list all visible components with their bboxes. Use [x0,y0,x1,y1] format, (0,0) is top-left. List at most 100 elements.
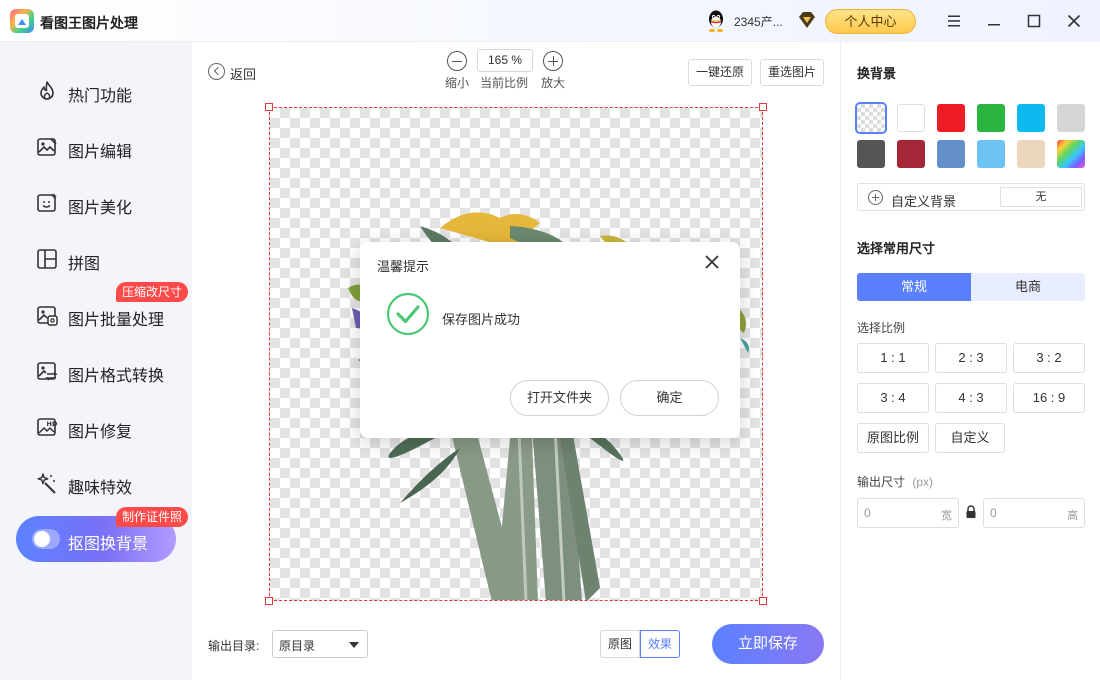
close-window-icon[interactable] [1064,11,1084,31]
sidebar-item-label: 抠图换背景 [68,536,149,553]
menu-icon[interactable] [944,11,964,31]
color-swatch-white[interactable] [897,104,925,132]
crop-handle-top-right[interactable] [759,103,767,111]
minus-icon [452,60,462,62]
magic-wand-icon [37,473,56,494]
tab-regular[interactable]: 常规 [857,273,971,301]
format-convert-icon [37,362,58,381]
sidebar-item-hot-features[interactable]: 热门功能 [16,68,176,114]
ratio-3-2-button[interactable]: 3 : 2 [1013,343,1085,373]
compress-resize-badge: 压缩改尺寸 [116,282,189,302]
qq-avatar-icon[interactable] [705,9,727,33]
personal-center-button[interactable]: 个人中心 [825,9,916,34]
output-dir-value: 原目录 [279,639,316,653]
dialog-title: 温馨提示 [377,259,430,274]
back-arrow-icon [208,63,225,80]
view-effect-button[interactable]: 效果 [640,630,680,658]
save-success-dialog: 温馨提示 保存图片成功 打开文件夹 确定 [360,242,740,438]
sidebar-item-label: 图片批量处理 [68,312,165,329]
svg-text:HD: HD [47,420,58,428]
sidebar-item-label: 趣味特效 [68,480,133,497]
sidebar-item-image-edit[interactable]: 图片编辑 [16,124,176,170]
color-swatch-dark-gray[interactable] [857,140,885,168]
sidebar-item-format-convert[interactable]: 图片格式转换 [16,348,176,394]
zoom-value[interactable]: 165 % [477,49,533,72]
color-swatch-steel-blue[interactable] [937,140,965,168]
reset-button[interactable]: 一键还原 [688,59,752,86]
app-logo-icon [10,9,34,33]
caret-down-icon [349,642,359,648]
zoom-out-caption: 缩小 [445,76,470,90]
custom-background-row: 自定义背景 无 [857,183,1085,211]
open-folder-button[interactable]: 打开文件夹 [510,380,609,416]
sidebar-item-label: 图片编辑 [68,144,133,161]
ratio-label: 选择比例 [857,321,906,335]
id-photo-badge: 制作证件照 [116,507,189,527]
zoom-in-button[interactable] [543,51,563,71]
color-swatch-green[interactable] [977,104,1005,132]
height-unit: 高 [1067,510,1078,522]
batch-image-icon [37,306,58,326]
color-swatch-red[interactable] [937,104,965,132]
user-name[interactable]: 2345产... [734,13,783,30]
ratio-16-9-button[interactable]: 16 : 9 [1013,383,1085,413]
select-size-title: 选择常用尺寸 [857,241,936,256]
save-now-button[interactable]: 立即保存 [712,624,824,664]
output-dir-label: 输出目录: [208,639,260,653]
color-swatch-transparent[interactable] [855,102,887,134]
custom-background-label[interactable]: 自定义背景 [891,191,956,210]
sidebar-item-collage[interactable]: 拼图 [16,236,176,282]
reselect-image-button[interactable]: 重选图片 [760,59,824,86]
crop-handle-top-left[interactable] [265,103,273,111]
color-swatch-rainbow[interactable] [1057,140,1085,168]
crop-handle-bottom-left[interactable] [265,597,273,605]
change-background-title: 换背景 [857,66,897,81]
maximize-icon[interactable] [1024,11,1044,31]
ratio-custom-button[interactable]: 自定义 [935,423,1005,453]
title-bar: 看图王图片处理 2345产... 个人中心 [0,0,1100,42]
current-ratio-caption: 当前比例 [480,76,529,90]
height-input[interactable]: 0 高 [983,498,1085,528]
image-beautify-icon [37,193,57,212]
sidebar-item-image-beautify[interactable]: 图片美化 [16,180,176,226]
color-swatch-sky-blue[interactable] [977,140,1005,168]
sidebar-item-label: 拼图 [68,256,101,273]
ratio-3-4-button[interactable]: 3 : 4 [857,383,929,413]
close-icon[interactable] [703,253,721,271]
crop-handle-bottom-right[interactable] [759,597,767,605]
sidebar-item-image-repair[interactable]: HD 图片修复 [16,404,176,450]
custom-background-value: 无 [1000,187,1082,207]
confirm-button[interactable]: 确定 [620,380,719,416]
zoom-out-button[interactable] [447,51,467,71]
right-panel: 换背景 自定义背景 无 选择常用尺寸 常规 电商 选择比例 1 : 1 2 : … [840,42,1100,680]
ratio-original-button[interactable]: 原图比例 [857,423,929,453]
color-swatch-dark-red[interactable] [897,140,925,168]
success-check-icon [386,292,430,336]
tab-ecommerce[interactable]: 电商 [971,273,1085,301]
ratio-2-3-button[interactable]: 2 : 3 [935,343,1007,373]
cutout-toggle-icon [32,529,60,549]
collage-icon [37,249,57,269]
lock-icon[interactable] [965,505,977,519]
flame-icon [40,81,54,100]
width-value: 0 [864,506,871,520]
app-title: 看图王图片处理 [40,15,138,31]
sidebar: 热门功能 图片编辑 图片美化 拼图 图片批量处理 压缩改尺寸 图片格式转换 HD… [0,42,192,680]
sidebar-item-label: 热门功能 [68,88,133,105]
ratio-1-1-button[interactable]: 1 : 1 [857,343,929,373]
ratio-4-3-button[interactable]: 4 : 3 [935,383,1007,413]
sidebar-item-label: 图片格式转换 [68,368,165,385]
sidebar-item-fun-effects[interactable]: 趣味特效 [16,460,176,506]
zoom-in-caption: 放大 [541,76,566,90]
color-swatch-cyan[interactable] [1017,104,1045,132]
minimize-icon[interactable] [984,11,1004,31]
dialog-message: 保存图片成功 [442,312,521,327]
width-input[interactable]: 0 宽 [857,498,959,528]
view-original-button[interactable]: 原图 [600,630,640,658]
color-swatch-beige[interactable] [1017,140,1045,168]
add-circle-icon[interactable] [868,190,883,205]
output-size-label: 输出尺寸 (px) [857,475,934,489]
color-swatch-light-gray[interactable] [1057,104,1085,132]
vip-diamond-icon[interactable] [797,11,817,29]
output-dir-select[interactable]: 原目录 [272,630,368,658]
